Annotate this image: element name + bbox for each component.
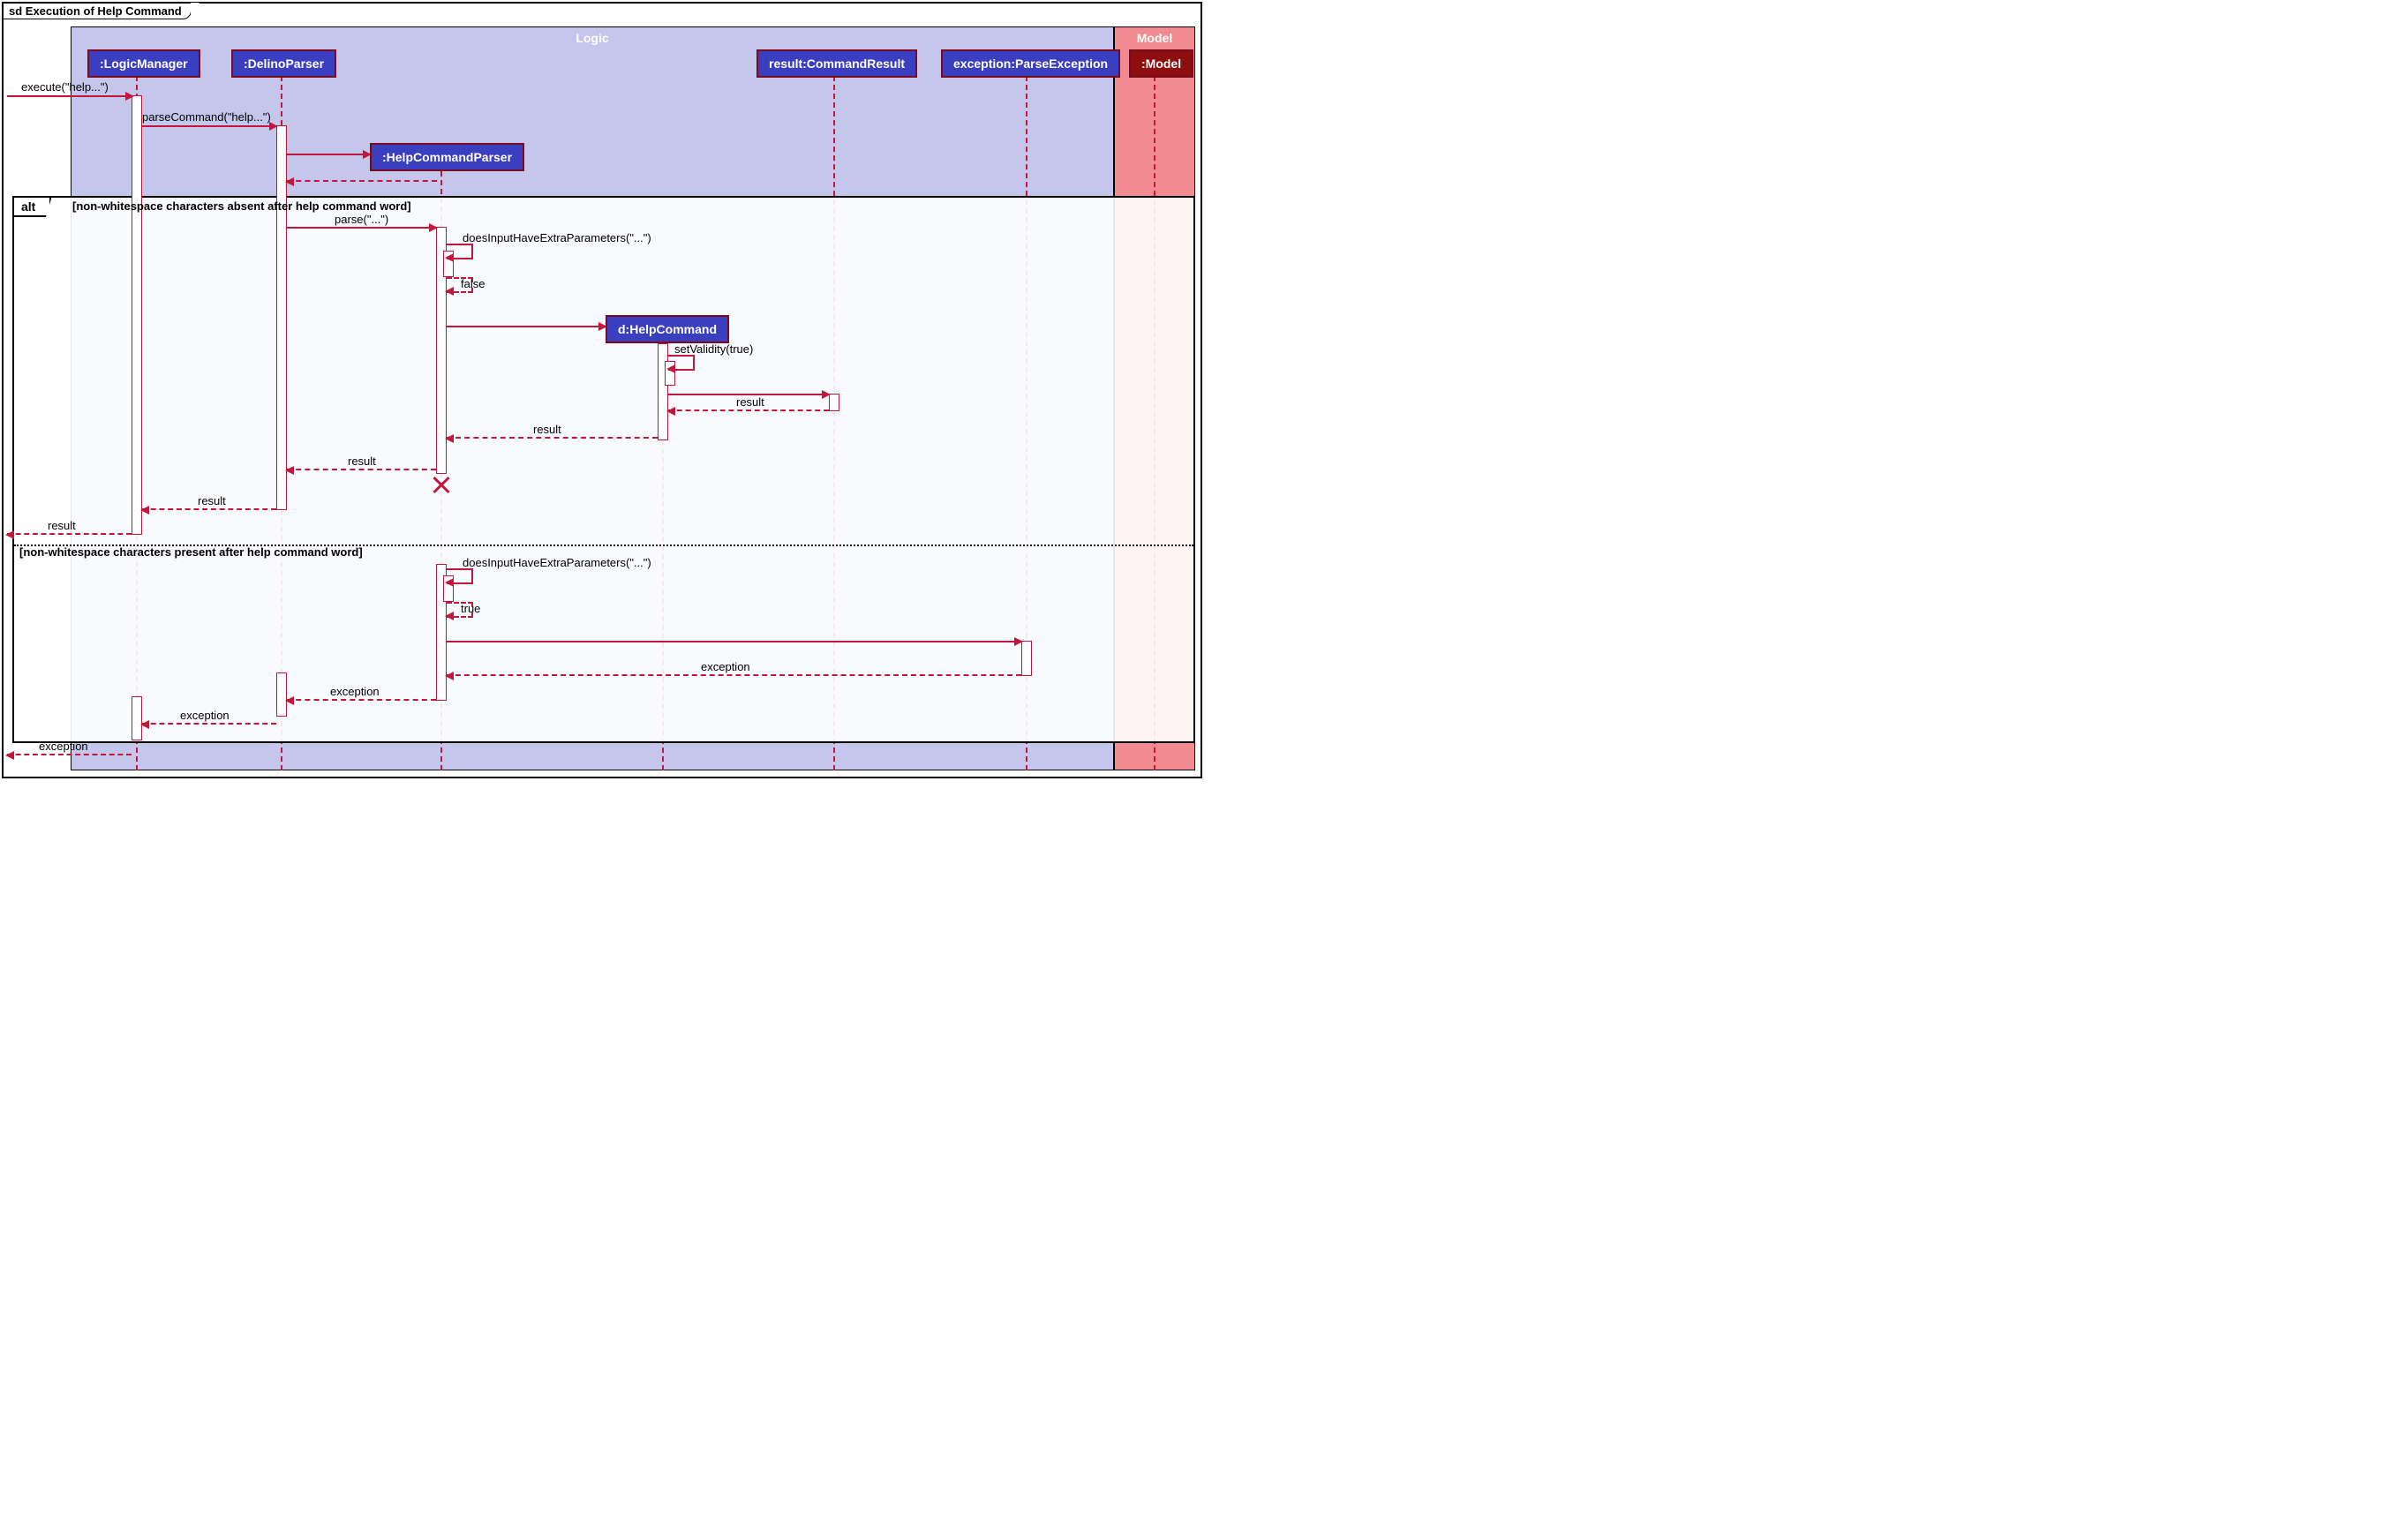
label-set-validity: setValidity(true) [674,342,753,356]
destroy-hcp-icon [433,476,450,493]
label-result-5: result [48,519,76,532]
label-extra-1: doesInputHaveExtraParameters("...") [463,231,651,244]
selfcall-set-validity [668,355,695,371]
arrow-parse-command [142,125,276,127]
label-extra-2: doesInputHaveExtraParameters("...") [463,556,651,569]
selfcall-extra-1 [447,244,473,259]
participant-logic-manager: :LogicManager [87,49,200,78]
arrow-result-lm [142,508,276,510]
diagram-title-tab: sd Execution of Help Command [3,3,192,19]
label-result-4: result [198,494,226,507]
alt-guard-2: [non-whitespace characters present after… [19,545,363,559]
arrow-result-dp [287,469,436,470]
label-exception-3: exception [180,709,230,722]
participant-delino-parser: :DelinoParser [231,49,336,78]
label-true: true [461,602,480,615]
alt-operator: alt [14,198,51,217]
participant-model: :Model [1129,49,1193,78]
arrow-create-hc [447,326,606,327]
arrow-create-hcp [287,154,370,155]
selfcall-extra-2 [447,568,473,584]
label-result-2: result [533,423,561,436]
alt-frame: alt [12,196,1195,743]
activation-delino-parser-2 [276,672,287,717]
arrow-result-cr-return [668,409,829,411]
arrow-exception-lm [142,723,276,725]
arrow-exception-return-hcp [447,674,1021,676]
region-logic-title: Logic [576,31,608,45]
activation-hc-1 [658,343,668,440]
participant-help-command: d:HelpCommand [606,315,729,343]
arrow-exception-out [7,754,132,755]
participant-help-command-parser: :HelpCommandParser [370,143,524,171]
participant-command-result: result:CommandResult [756,49,917,78]
arrow-parse [287,227,436,229]
diagram-title: sd Execution of Help Command [9,4,182,18]
label-parse-command: parseCommand("help...") [142,110,271,124]
label-exception-1: exception [701,660,750,673]
label-parse: parse("...") [335,213,388,226]
label-result-3: result [348,454,376,468]
arrow-create-exception [447,641,1021,642]
label-execute: execute("help...") [21,80,109,94]
participant-parse-exception: exception:ParseException [941,49,1120,78]
arrow-result-out [7,533,132,535]
label-exception-2: exception [330,685,380,698]
label-exception-4: exception [39,740,88,753]
label-false: false [461,277,485,290]
region-model-title: Model [1137,31,1172,45]
arrow-result-hcp [447,437,658,439]
activation-logic-manager-1 [132,95,142,535]
arrow-exception-dp [287,699,436,701]
activation-logic-manager-2 [132,696,142,740]
activation-pe-1 [1021,641,1032,676]
arrow-create-hcp-return [287,180,437,182]
alt-guard-1: [non-whitespace characters absent after … [72,199,411,213]
arrow-execute [7,95,132,97]
sequence-diagram: sd Execution of Help Command Logic Model… [2,2,1202,778]
label-result-1: result [736,395,764,409]
